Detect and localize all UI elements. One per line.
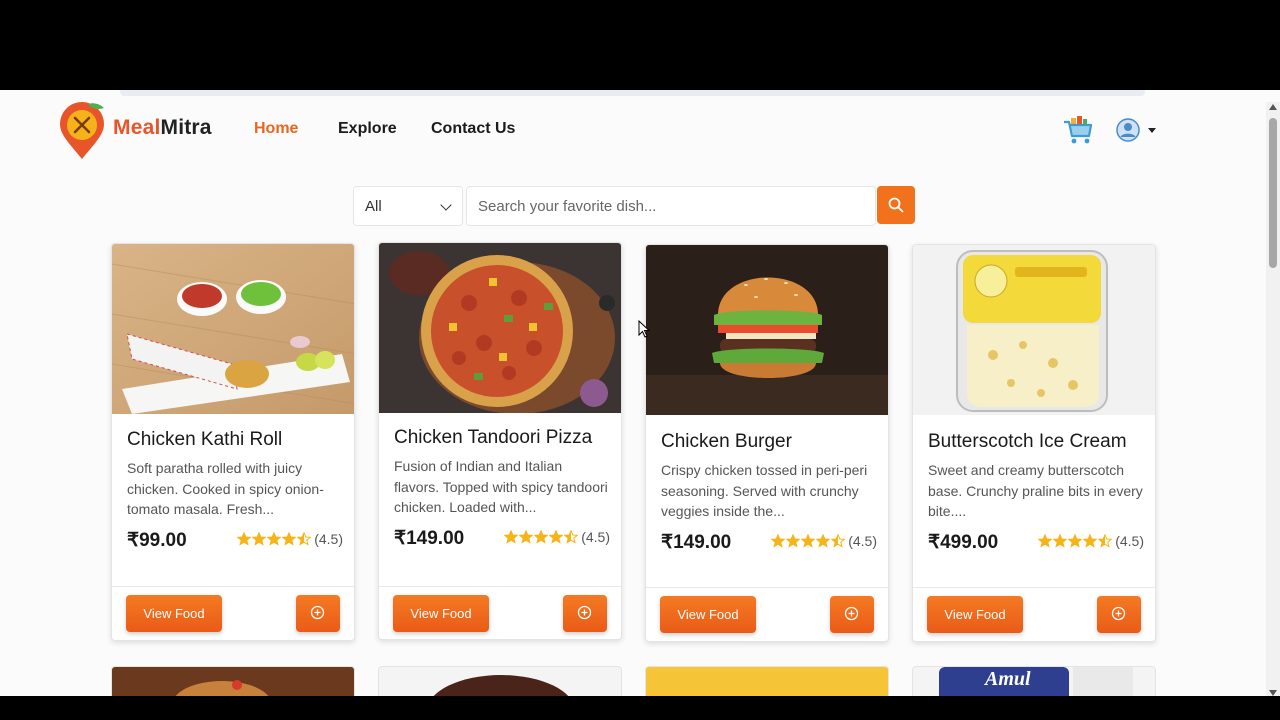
food-description: Sweet and creamy butterscotch base. Crun… — [928, 462, 1143, 519]
view-food-button[interactable]: View Food — [927, 596, 1023, 633]
food-rating: (4.5) — [771, 533, 877, 549]
nav-contact-link[interactable]: Contact Us — [431, 120, 515, 138]
scroll-thumb[interactable] — [1269, 118, 1277, 268]
star-icon — [1068, 534, 1083, 548]
food-image[interactable] — [646, 245, 888, 415]
browser-viewport: MealMitra Home Explore Contact Us All Se… — [0, 90, 1280, 696]
add-to-cart-button[interactable] — [296, 595, 340, 632]
star-icon — [534, 530, 549, 544]
food-title: Chicken Burger — [661, 431, 792, 452]
star-rating-icon — [1038, 534, 1113, 548]
food-card: Chicken Tandoori Pizza Fusion of Indian … — [378, 242, 622, 640]
view-food-button[interactable]: View Food — [393, 595, 489, 632]
food-description: Fusion of Indian and Italian flavors. To… — [394, 458, 608, 515]
search-bar: All — [353, 186, 915, 226]
food-rating: (4.5) — [1038, 533, 1144, 549]
food-card: Chicken Kathi Roll Soft paratha rolled w… — [111, 243, 355, 641]
scroll-up-arrow-icon[interactable] — [1269, 104, 1277, 110]
star-icon — [252, 532, 267, 546]
add-to-cart-button[interactable] — [563, 595, 607, 632]
food-description: Soft paratha rolled with juicy chicken. … — [127, 460, 324, 517]
user-avatar-icon — [1116, 118, 1140, 142]
star-icon — [519, 530, 534, 544]
food-card-partial — [645, 666, 889, 696]
video-letterbox-top — [0, 0, 1280, 90]
star-icon — [282, 532, 297, 546]
food-rating: (4.5) — [504, 529, 610, 545]
location-pin-logo-icon — [60, 102, 104, 159]
star-icon — [801, 534, 816, 548]
food-rating: (4.5) — [237, 531, 343, 547]
video-letterbox-bottom — [0, 696, 1280, 720]
plus-circle-icon — [577, 605, 592, 620]
star-icon — [771, 534, 786, 548]
shopping-cart-icon[interactable] — [1062, 114, 1094, 146]
star-icon — [1038, 534, 1053, 548]
search-icon — [888, 197, 904, 213]
brand-name: MealMitra — [113, 116, 212, 139]
star-icon — [267, 532, 282, 546]
food-title: Chicken Tandoori Pizza — [394, 427, 593, 448]
search-input[interactable] — [466, 186, 876, 226]
view-food-button[interactable]: View Food — [660, 596, 756, 633]
food-price: ₹499.00 — [928, 532, 999, 553]
food-image[interactable] — [379, 243, 621, 413]
navbar: MealMitra Home Explore Contact Us — [0, 90, 1266, 170]
star-icon — [564, 530, 579, 544]
plus-circle-icon — [1111, 606, 1126, 621]
add-to-cart-button[interactable] — [830, 596, 874, 633]
star-icon — [1053, 534, 1068, 548]
food-price: ₹149.00 — [661, 532, 732, 553]
nav-explore-link[interactable]: Explore — [338, 120, 397, 138]
food-title: Butterscotch Ice Cream — [928, 431, 1127, 452]
food-title: Chicken Kathi Roll — [127, 429, 283, 450]
view-food-button[interactable]: View Food — [126, 595, 222, 632]
chevron-down-icon — [440, 199, 452, 211]
star-icon — [297, 532, 312, 546]
plus-circle-icon — [844, 606, 859, 621]
page-scrollbar[interactable] — [1266, 102, 1280, 696]
food-price: ₹99.00 — [127, 530, 187, 551]
star-icon — [816, 534, 831, 548]
star-rating-icon — [504, 530, 579, 544]
star-icon — [504, 530, 519, 544]
star-icon — [237, 532, 252, 546]
food-card: Chicken Burger Crispy chicken tossed in … — [645, 244, 889, 642]
star-icon — [549, 530, 564, 544]
amul-label: Amul — [985, 668, 1031, 690]
nav-home-link[interactable]: Home — [254, 120, 298, 138]
brand-logo[interactable]: MealMitra — [58, 102, 238, 162]
star-icon — [786, 534, 801, 548]
star-rating-icon — [237, 532, 312, 546]
caret-down-icon — [1148, 128, 1156, 133]
search-button[interactable] — [877, 186, 915, 224]
user-menu[interactable] — [1116, 118, 1160, 142]
star-icon — [831, 534, 846, 548]
food-card-partial — [111, 666, 355, 696]
plus-circle-icon — [310, 605, 325, 620]
star-rating-icon — [771, 534, 846, 548]
star-icon — [1098, 534, 1113, 548]
food-price: ₹149.00 — [394, 528, 465, 549]
food-image[interactable] — [112, 244, 354, 414]
add-to-cart-button[interactable] — [1097, 596, 1141, 633]
category-select[interactable]: All — [353, 186, 463, 226]
mouse-cursor-icon — [638, 320, 650, 338]
food-image[interactable] — [913, 245, 1155, 415]
food-description: Crispy chicken tossed in peri-peri seaso… — [661, 462, 868, 519]
food-card-partial: Amul — [912, 666, 1156, 696]
food-card: Butterscotch Ice Cream Sweet and creamy … — [912, 244, 1156, 642]
star-icon — [1083, 534, 1098, 548]
food-card-partial — [378, 666, 622, 696]
